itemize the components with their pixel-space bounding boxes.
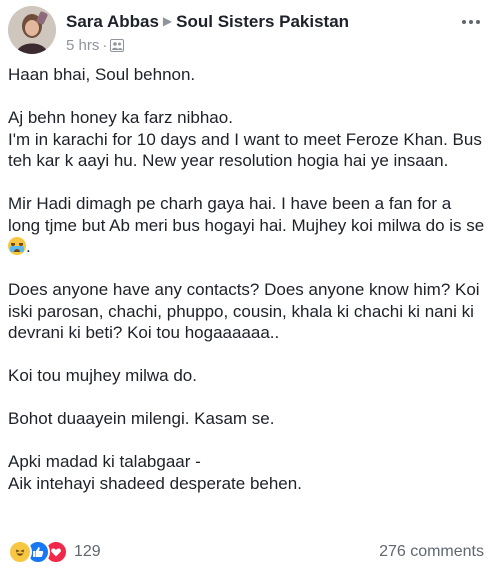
post-paragraph-2: Aj behn honey ka farz nibhao. I'm in kar… <box>8 108 482 170</box>
post-footer: 129 276 comments <box>8 538 484 566</box>
comments-count-link[interactable]: 276 comments <box>379 543 484 561</box>
author-line: Sara Abbas ▶ Soul Sisters Pakistan <box>66 12 349 32</box>
post-header: Sara Abbas ▶ Soul Sisters Pakistan 5 hrs · <box>8 6 486 60</box>
group-members-icon <box>110 39 125 56</box>
post-paragraph-3-text: Mir Hadi dimagh pe charh gaya hai. I hav… <box>8 194 485 235</box>
post-paragraph-7: Apki madad ki talabgaar - Aik intehayi s… <box>8 452 302 493</box>
post-paragraph-3-trailing: . <box>26 237 31 256</box>
reactions-summary[interactable]: 129 <box>8 540 101 564</box>
avatar[interactable] <box>8 6 56 54</box>
crying-emoji-icon <box>8 237 26 255</box>
facebook-post: Sara Abbas ▶ Soul Sisters Pakistan 5 hrs · … <box>0 0 494 577</box>
post-paragraph-3: Mir Hadi dimagh pe charh gaya hai. I hav… <box>8 193 488 258</box>
group-name[interactable]: Soul Sisters Pakistan <box>176 12 349 31</box>
post-paragraph-6: Bohot duaayein milengi. Kasam se. <box>8 409 275 428</box>
post-body: Haan bhai, Soul behnon. Aj behn honey ka… <box>8 64 488 516</box>
haha-reaction-icon <box>8 540 32 564</box>
author-name[interactable]: Sara Abbas <box>66 12 159 31</box>
post-paragraph-1: Haan bhai, Soul behnon. <box>8 65 196 84</box>
avatar-photo-icon <box>8 6 56 54</box>
more-options-icon[interactable] <box>458 12 484 32</box>
post-paragraph-5: Koi tou mujhey milwa do. <box>8 366 197 385</box>
post-paragraph-4: Does anyone have any contacts? Does anyo… <box>8 280 480 342</box>
post-timestamp[interactable]: 5 hrs <box>66 37 99 54</box>
reaction-count[interactable]: 129 <box>74 543 101 561</box>
meta-separator: · <box>102 37 108 54</box>
post-meta: 5 hrs · <box>66 37 125 56</box>
arrow-right-icon: ▶ <box>162 14 173 28</box>
